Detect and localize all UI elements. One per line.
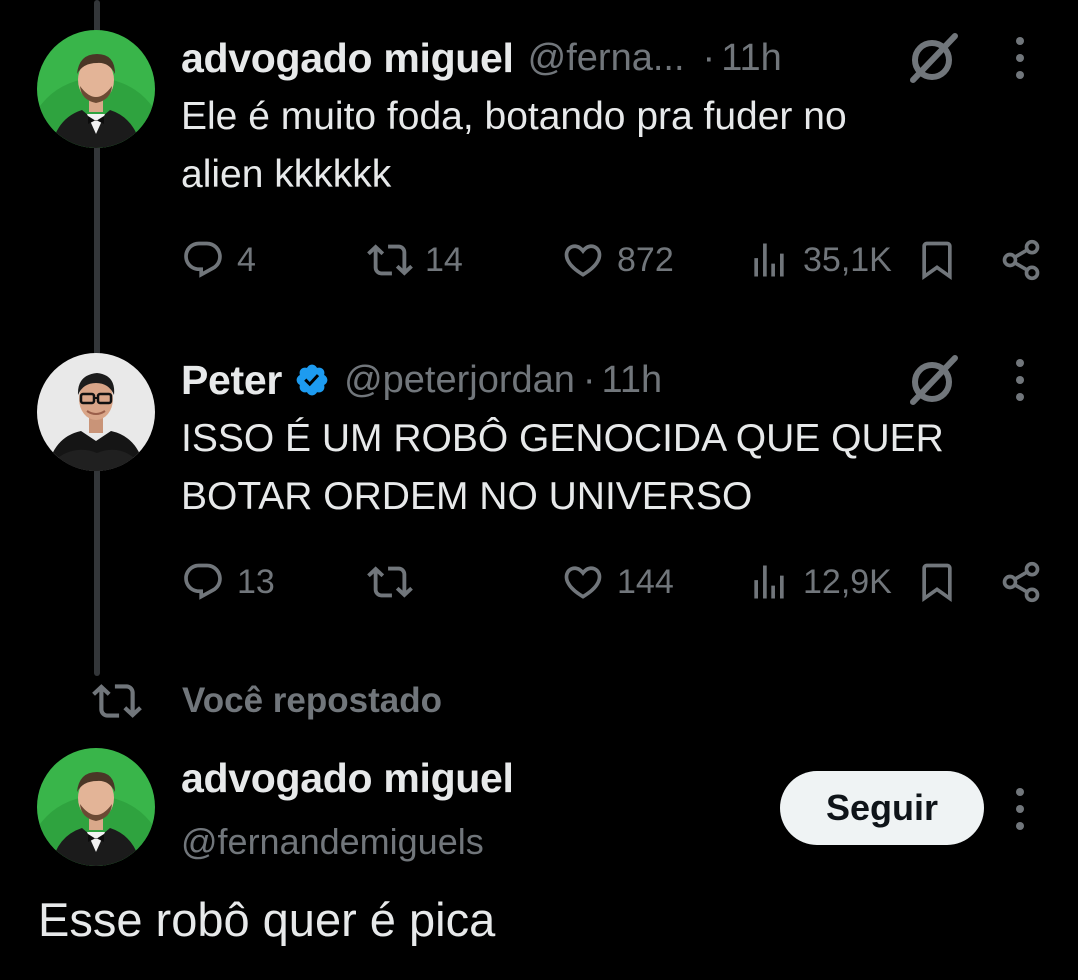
- like-count: 144: [617, 562, 674, 601]
- bookmark-button[interactable]: [915, 236, 959, 284]
- avatar[interactable]: [37, 748, 155, 866]
- repost-icon: [92, 684, 142, 718]
- tweet-header: advogado miguel @ferna... · 11h: [181, 32, 782, 84]
- action-bar: 13 144 12,9K: [181, 558, 1051, 606]
- tweet-text-line: alien kkkkkk: [181, 153, 392, 196]
- avatar[interactable]: [37, 353, 155, 471]
- handle[interactable]: @peterjordan: [344, 359, 575, 402]
- views-icon: [754, 565, 784, 599]
- tweet-header: Peter @peterjordan · 11h: [181, 354, 662, 406]
- views-count: 12,9K: [803, 562, 892, 601]
- share-button[interactable]: [999, 558, 1043, 606]
- action-bar: 4 14 872 35,1K: [181, 236, 1051, 284]
- share-icon: [1002, 239, 1040, 281]
- reply-button[interactable]: 4: [181, 236, 256, 284]
- more-icon[interactable]: [1010, 35, 1030, 81]
- more-icon[interactable]: [1010, 786, 1030, 832]
- bookmark-icon: [922, 241, 952, 281]
- repost-banner-label[interactable]: Você repostado: [182, 681, 442, 721]
- timestamp[interactable]: 11h: [721, 37, 782, 80]
- views-count: 35,1K: [803, 240, 892, 279]
- tweet-text: ISSO É UM ROBÔ GENOCIDA QUE QUER BOTAR O…: [181, 410, 1041, 526]
- repost-count: 14: [425, 240, 463, 279]
- repost-icon: [367, 244, 413, 276]
- separator-dot: ·: [582, 358, 596, 401]
- repost-icon: [367, 566, 413, 598]
- tweet-text-line: Ele é muito foda, botando pra fuder no: [181, 95, 847, 138]
- share-icon: [1002, 561, 1040, 603]
- repost-banner: Você repostado: [92, 676, 442, 726]
- separator-dot: ·: [702, 36, 716, 79]
- reply-icon: [184, 563, 222, 600]
- follow-button[interactable]: Seguir: [780, 771, 984, 845]
- views-button[interactable]: 35,1K: [747, 236, 892, 284]
- like-icon: [564, 566, 602, 599]
- display-name[interactable]: Peter: [181, 357, 282, 404]
- timestamp[interactable]: 11h: [602, 359, 663, 402]
- tweet-text: Ele é muito foda, botando pra fuder no a…: [181, 88, 1041, 204]
- grok-icon[interactable]: [905, 352, 961, 408]
- display-name[interactable]: advogado miguel: [181, 35, 514, 82]
- views-button[interactable]: 12,9K: [747, 558, 892, 606]
- like-button[interactable]: 144: [561, 558, 674, 606]
- tweet-text-line: BOTAR ORDEM NO UNIVERSO: [181, 475, 753, 518]
- bookmark-button[interactable]: [915, 558, 959, 606]
- handle[interactable]: @ferna...: [528, 37, 685, 80]
- handle[interactable]: @fernandemiguels: [181, 821, 484, 863]
- reply-count: 13: [237, 562, 275, 601]
- reply-icon: [184, 241, 222, 278]
- display-name[interactable]: advogado miguel: [181, 755, 514, 802]
- tweet-text-line: ISSO É UM ROBÔ GENOCIDA QUE QUER: [181, 417, 944, 460]
- main-post-header: advogado miguel: [181, 752, 514, 804]
- like-count: 872: [617, 240, 674, 279]
- like-icon: [564, 244, 602, 277]
- like-button[interactable]: 872: [561, 236, 674, 284]
- grok-icon[interactable]: [905, 30, 961, 86]
- views-icon: [754, 243, 784, 277]
- repost-button[interactable]: [367, 558, 425, 606]
- verified-badge-icon: [294, 362, 330, 398]
- avatar[interactable]: [37, 30, 155, 148]
- reply-count: 4: [237, 240, 256, 279]
- more-icon[interactable]: [1010, 357, 1030, 403]
- share-button[interactable]: [999, 236, 1043, 284]
- bookmark-icon: [922, 563, 952, 603]
- repost-button[interactable]: 14: [367, 236, 463, 284]
- main-post-text: Esse robô quer é pica: [38, 893, 496, 946]
- reply-button[interactable]: 13: [181, 558, 275, 606]
